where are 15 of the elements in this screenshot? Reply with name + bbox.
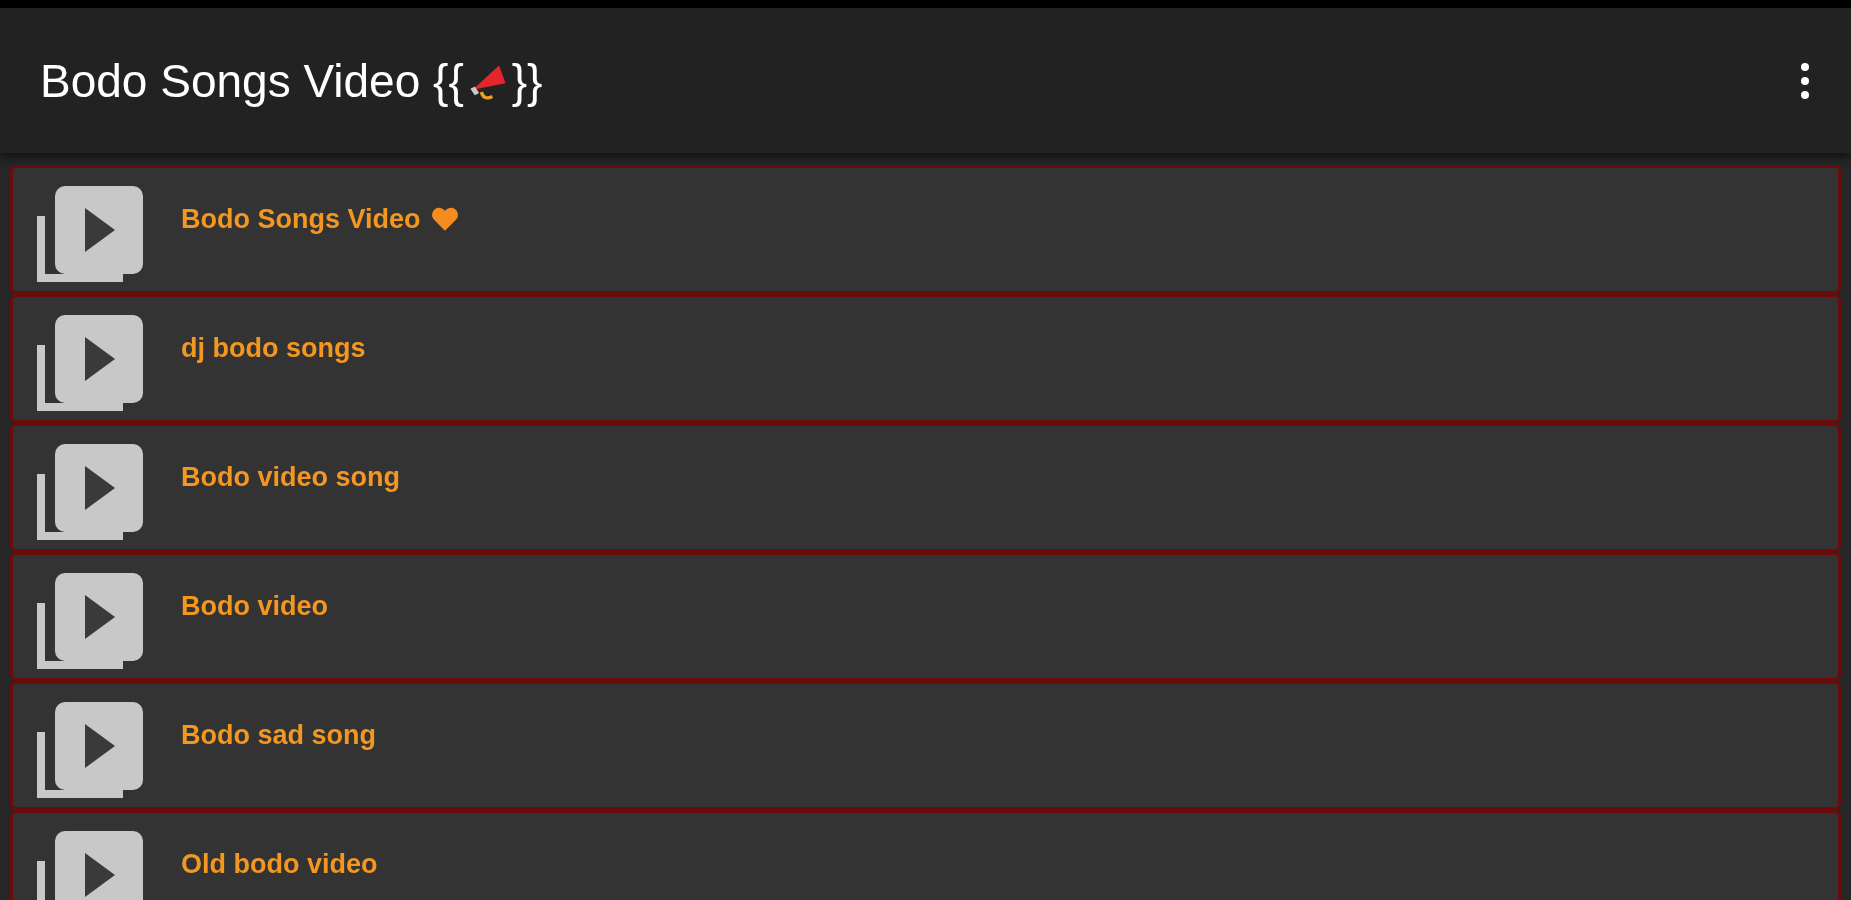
video-list-item[interactable]: Bodo video song <box>10 423 1841 552</box>
app-title-end: }} <box>511 53 543 108</box>
app-title: Bodo Songs Video {{ <box>40 53 464 108</box>
video-title: Bodo video song <box>181 462 400 493</box>
more-options-icon[interactable] <box>1799 60 1811 101</box>
video-list-item[interactable]: Bodo Songs Video <box>10 165 1841 294</box>
video-list-item[interactable]: Bodo video <box>10 552 1841 681</box>
video-list-item[interactable]: Bodo sad song <box>10 681 1841 810</box>
video-title: Bodo sad song <box>181 720 376 751</box>
video-list-item[interactable]: dj bodo songs <box>10 294 1841 423</box>
video-title: Bodo Songs Video <box>181 204 421 235</box>
video-list-item[interactable]: Old bodo video <box>10 810 1841 900</box>
video-title: dj bodo songs <box>181 333 366 364</box>
video-title: Bodo video <box>181 591 328 622</box>
video-title: Old bodo video <box>181 849 378 880</box>
